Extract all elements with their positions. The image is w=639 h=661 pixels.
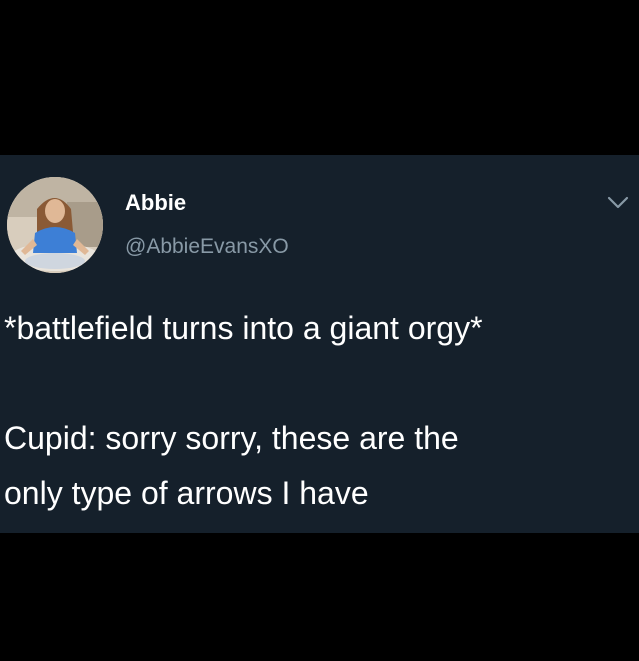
tweet-text-line: Cupid: sorry sorry, these are the xyxy=(4,420,459,456)
tweet-text-line: *battlefield turns into a giant orgy* xyxy=(4,310,483,346)
chevron-down-icon[interactable] xyxy=(606,195,630,211)
user-handle[interactable]: @AbbieEvansXO xyxy=(125,236,289,257)
tweet-text-line: only type of arrows I have xyxy=(4,475,369,511)
tweet-card: Abbie @AbbieEvansXO *battlefield turns i… xyxy=(0,155,639,533)
avatar[interactable] xyxy=(7,177,103,273)
display-name[interactable]: Abbie xyxy=(125,192,186,214)
avatar-photo xyxy=(7,177,103,273)
